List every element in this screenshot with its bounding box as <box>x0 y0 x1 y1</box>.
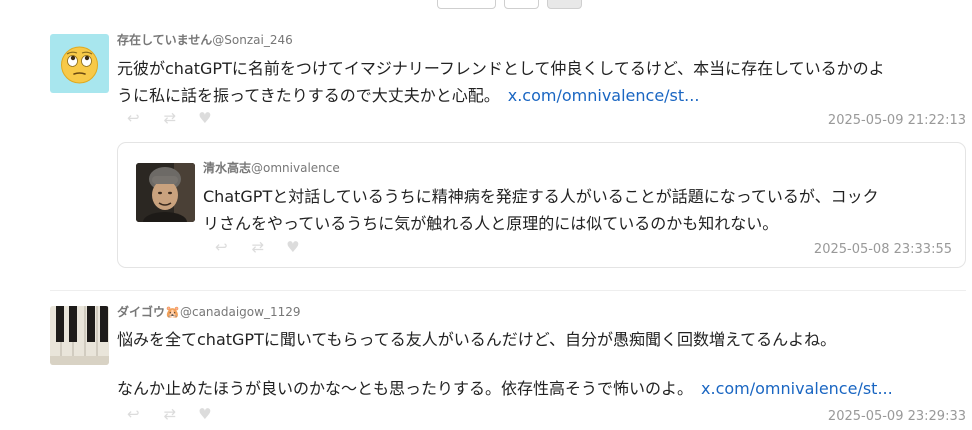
author-handle[interactable]: @Sonzai_246 <box>212 33 292 47</box>
quoted-avatar[interactable] <box>136 163 195 222</box>
reply-icon[interactable]: ↩ <box>127 109 140 127</box>
quoted-text-line: ChatGPTと対話しているうちに精神病を発症する人がいることが話題になっている… <box>203 187 879 206</box>
hamster-icon: 🐹 <box>165 305 180 319</box>
person-photo-icon <box>136 163 195 222</box>
tweet-actions: ↩ ⇄ ♥ <box>127 405 212 423</box>
quoted-author-handle[interactable]: @omnivalence <box>251 161 340 175</box>
top-button-group <box>437 0 582 9</box>
tweet-author: ダイゴウ🐹@canadaigow_1129 <box>117 303 301 320</box>
quoted-tweet-card[interactable]: 清水高志@omnivalence ChatGPTと対話しているうちに精神病を発症… <box>117 142 966 268</box>
tweet-actions: ↩ ⇄ ♥ <box>127 109 212 127</box>
retweet-icon[interactable]: ⇄ <box>164 109 177 127</box>
quoted-author: 清水高志@omnivalence <box>203 159 340 176</box>
tweet-text-line: 元彼がchatGPTに名前をつけてイマジナリーフレンドとして仲良くしてるけど、本… <box>117 59 885 78</box>
like-icon[interactable]: ♥ <box>198 405 211 423</box>
like-icon[interactable]: ♥ <box>286 238 299 256</box>
retweet-icon[interactable]: ⇄ <box>164 405 177 423</box>
retweet-icon[interactable]: ⇄ <box>252 238 265 256</box>
quoted-tweet-text: ChatGPTと対話しているうちに精神病を発症する人がいることが話題になっている… <box>203 183 963 237</box>
top-button-2[interactable] <box>504 0 539 9</box>
tweet-text-line: なんか止めたほうが良いのかな〜とも思ったりする。依存性高そうで怖いのよ。 <box>117 379 694 398</box>
tweet-divider <box>50 290 966 291</box>
tweet-author: 存在していません@Sonzai_246 <box>117 31 293 48</box>
piano-keys-photo-icon <box>50 306 109 365</box>
tweet-text: 元彼がchatGPTに名前をつけてイマジナリーフレンドとして仲良くしてるけど、本… <box>117 55 967 109</box>
tweet-link[interactable]: x.com/omnivalence/st... <box>701 379 893 398</box>
tweet-text: 悩みを全てchatGPTに聞いてもらってる友人がいるんだけど、自分が愚痴聞く回数… <box>117 326 967 402</box>
quoted-tweet-actions: ↩ ⇄ ♥ <box>215 238 300 256</box>
author-name[interactable]: 存在していません <box>117 33 212 47</box>
reply-icon[interactable]: ↩ <box>127 405 140 423</box>
avatar[interactable] <box>50 306 109 365</box>
reply-icon[interactable]: ↩ <box>215 238 228 256</box>
like-icon[interactable]: ♥ <box>198 109 211 127</box>
avatar[interactable] <box>50 34 109 93</box>
quoted-author-name[interactable]: 清水高志 <box>203 161 251 175</box>
author-name[interactable]: ダイゴウ <box>117 305 165 319</box>
face-with-rolling-eyes-emoji-icon <box>61 46 98 84</box>
tweet-text-line: 悩みを全てchatGPTに聞いてもらってる友人がいるんだけど、自分が愚痴聞く回数… <box>117 330 837 349</box>
tweet-timestamp[interactable]: 2025-05-09 23:29:33 <box>828 409 966 424</box>
quoted-timestamp[interactable]: 2025-05-08 23:33:55 <box>814 242 952 257</box>
top-button-1[interactable] <box>437 0 496 9</box>
tweet-timestamp[interactable]: 2025-05-09 21:22:13 <box>828 113 966 128</box>
top-button-3[interactable] <box>547 0 582 9</box>
tweet-link[interactable]: x.com/omnivalence/st... <box>508 86 700 105</box>
quoted-text-line: リさんをやっているうちに気が触れる人と原理的には似ているのかも知れない。 <box>203 214 779 233</box>
tweet-text-line: うに私に話を振ってきたりするので大丈夫かと心配。 <box>117 86 500 105</box>
author-handle[interactable]: @canadaigow_1129 <box>180 305 301 319</box>
